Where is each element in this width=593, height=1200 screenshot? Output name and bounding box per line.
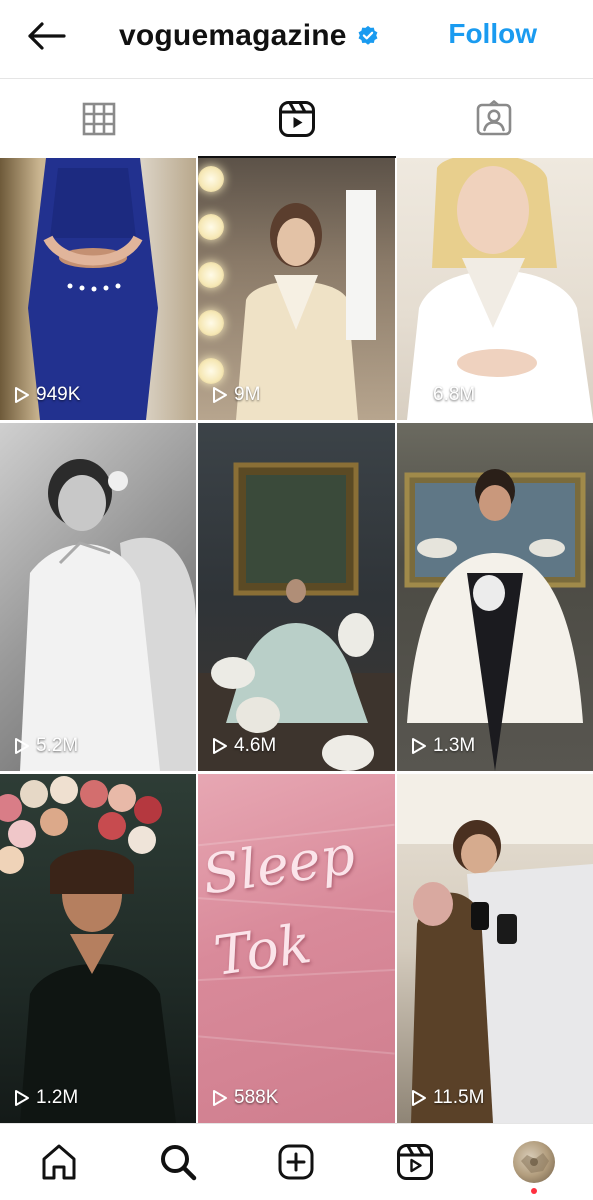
- view-count: 4.6M: [212, 735, 276, 757]
- play-icon: [412, 738, 426, 754]
- reel-thumbnail-figure: [198, 423, 395, 771]
- view-count: 949K: [14, 384, 80, 406]
- nav-profile[interactable]: [474, 1124, 593, 1200]
- play-icon: [15, 387, 29, 403]
- view-count: 5.2M: [14, 735, 78, 757]
- play-icon: [213, 738, 227, 754]
- tab-posts-grid[interactable]: [0, 79, 198, 158]
- play-icon: [412, 1090, 426, 1106]
- reels-grid: 949K 9M 6.8M 5.2M 4.6M 1.3M 1.2M Sleep T…: [0, 158, 593, 1123]
- follow-button[interactable]: Follow: [448, 18, 537, 50]
- reel-tile-6[interactable]: 1.3M: [397, 423, 593, 771]
- nav-search[interactable]: [119, 1124, 238, 1200]
- view-count-label: 949K: [36, 384, 81, 405]
- reel-thumbnail-figure: [0, 423, 196, 771]
- reel-tile-2[interactable]: 9M: [198, 158, 395, 420]
- view-count: 1.3M: [411, 735, 475, 757]
- reel-thumbnail-figure: [407, 158, 593, 420]
- view-count-label: 11.5M: [433, 1087, 485, 1108]
- view-count: 588K: [212, 1087, 278, 1109]
- reel-tile-8[interactable]: Sleep Tok 588K: [198, 774, 395, 1123]
- reel-tile-7[interactable]: 1.2M: [0, 774, 196, 1123]
- nav-home[interactable]: [0, 1124, 119, 1200]
- reel-overlay-text: Sleep Tok: [198, 822, 359, 988]
- play-icon: [213, 1090, 227, 1106]
- view-count-label: 4.6M: [234, 735, 277, 756]
- play-icon: [213, 387, 227, 403]
- profile-header: voguemagazine Follow: [0, 0, 593, 78]
- back-arrow-icon: [28, 22, 66, 50]
- view-count: 11.5M: [411, 1087, 484, 1109]
- back-button[interactable]: [22, 14, 70, 58]
- view-count-label: 6.8M: [433, 384, 476, 405]
- view-count: 6.8M: [411, 384, 475, 406]
- play-icon: [412, 387, 426, 403]
- nav-reels[interactable]: [356, 1124, 475, 1200]
- view-count: 1.2M: [14, 1087, 78, 1109]
- verified-badge-icon: [357, 25, 379, 47]
- view-count-label: 1.3M: [433, 735, 476, 756]
- play-icon: [15, 738, 29, 754]
- tagged-icon: [476, 99, 512, 135]
- reel-tile-3[interactable]: 6.8M: [397, 158, 593, 420]
- title-group: voguemagazine: [119, 14, 379, 58]
- tab-reels[interactable]: [198, 79, 396, 158]
- notification-dot: [530, 1188, 537, 1194]
- username-title: voguemagazine: [119, 19, 347, 52]
- view-count: 9M: [212, 384, 260, 406]
- reel-tile-1[interactable]: 949K: [0, 158, 196, 420]
- tab-tagged[interactable]: [395, 79, 593, 158]
- reel-thumbnail-figure: [397, 423, 593, 771]
- reel-tile-9[interactable]: 11.5M: [397, 774, 593, 1123]
- reels-icon: [397, 1144, 434, 1180]
- play-icon: [15, 1090, 29, 1106]
- grid-icon: [82, 102, 116, 135]
- view-count-label: 588K: [234, 1087, 279, 1108]
- reel-thumbnail-figure: [0, 774, 196, 1123]
- home-icon: [42, 1144, 76, 1180]
- reels-icon: [278, 100, 315, 137]
- reel-tile-5[interactable]: 4.6M: [198, 423, 395, 771]
- search-icon: [160, 1145, 197, 1181]
- profile-tabs: [0, 79, 593, 158]
- reel-thumbnail-figure: [397, 774, 593, 1123]
- view-count-label: 5.2M: [36, 735, 79, 756]
- profile-avatar: [512, 1141, 555, 1183]
- view-count-label: 1.2M: [36, 1087, 79, 1108]
- bottom-navigation: [0, 1123, 593, 1200]
- create-icon: [278, 1144, 314, 1180]
- reel-tile-4[interactable]: 5.2M: [0, 423, 196, 771]
- reel-thumbnail-figure: [18, 158, 168, 420]
- view-count-label: 9M: [234, 384, 261, 405]
- nav-create[interactable]: [237, 1124, 356, 1200]
